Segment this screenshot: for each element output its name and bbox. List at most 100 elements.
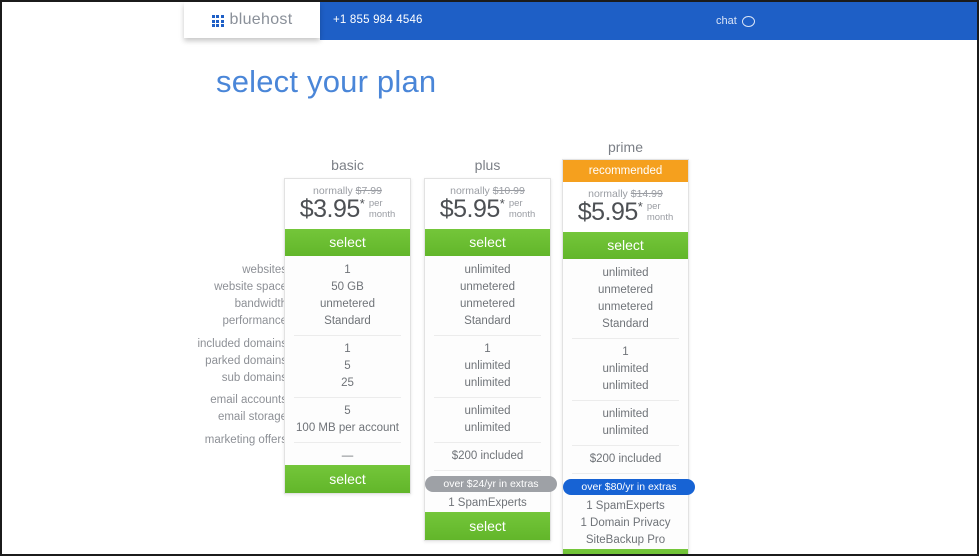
extra-item: SiteBackup Pro <box>585 534 666 546</box>
plan-card-prime: recommended normally $14.99 $5.95 * per month… <box>562 159 695 554</box>
extra-item: 1 Domain Privacy <box>580 517 671 529</box>
feature-group-divider <box>294 335 401 336</box>
feature-value: unlimited <box>602 363 649 375</box>
feature-group-divider <box>434 442 541 443</box>
price-period-month: month <box>646 211 674 223</box>
feature-values: unlimited unmetered unmetered Standard 1 unli… <box>425 256 550 465</box>
extra-item: 1 SpamExperts <box>448 497 527 509</box>
feature-value: unlimited <box>464 405 511 417</box>
feature-label-column: websites website space bandwidth performanc… <box>152 262 287 449</box>
feature-value: 1 <box>344 264 351 276</box>
price-block: normally $14.99 $5.95 * per month <box>563 182 688 232</box>
price-amount: $3.95 <box>299 195 361 223</box>
price-block: normally $7.99 $3.95 * per month <box>285 179 410 229</box>
feature-value: Standard <box>602 318 649 330</box>
feature-value: unlimited <box>602 267 649 279</box>
feature-value: 1 <box>622 346 629 358</box>
price-period: per month <box>646 201 674 223</box>
feature-label: websites <box>242 264 287 276</box>
plan-name-prime: prime <box>607 139 643 155</box>
feature-value: 5 <box>344 405 351 417</box>
select-button-bottom-prime[interactable]: select <box>563 549 688 554</box>
feature-value: 5 <box>344 360 351 372</box>
logo-text: bluehost <box>229 11 293 28</box>
feature-value: unmetered <box>460 281 515 293</box>
feature-value: Standard <box>324 315 371 327</box>
feature-value: unmetered <box>598 284 653 296</box>
select-button-top-plus[interactable]: select <box>425 229 550 256</box>
feature-value: unlimited <box>602 380 649 392</box>
browser-viewport: bluehost +1 855 984 4546 chat select you… <box>0 0 979 556</box>
price-asterisk: * <box>499 196 505 211</box>
feature-group-divider <box>572 338 679 339</box>
feature-group-divider <box>572 400 679 401</box>
price-asterisk: * <box>359 196 365 211</box>
feature-label: parked domains <box>205 354 287 367</box>
feature-group-divider <box>294 442 401 443</box>
feature-group-divider <box>434 470 541 471</box>
price-period: per month <box>368 198 396 220</box>
plan-name-basic: basic <box>331 157 364 173</box>
extras-badge: over $24/yr in extras <box>425 476 557 492</box>
feature-label: bandwidth <box>234 298 287 310</box>
feature-value: unlimited <box>464 422 511 434</box>
plan-card-plus: normally $10.99 $5.95 * per month select unlim… <box>424 178 557 541</box>
price-period-per: per <box>508 198 523 209</box>
feature-value: unmetered <box>598 301 653 313</box>
feature-value: 1 <box>344 343 351 355</box>
feature-group-divider <box>294 397 401 398</box>
select-button-bottom-basic[interactable]: select <box>285 465 410 493</box>
select-button-top-basic[interactable]: select <box>285 229 410 256</box>
feature-value: 50 GB <box>331 281 364 293</box>
feature-value: 25 <box>341 377 354 389</box>
extra-item: 1 SpamExperts <box>586 500 665 512</box>
grid-icon <box>211 15 224 27</box>
plan-name-plus: plus <box>474 157 501 173</box>
feature-value: unlimited <box>464 360 511 372</box>
feature-value: 1 <box>484 343 491 355</box>
feature-value: unlimited <box>464 377 511 389</box>
price-period: per month <box>508 198 536 220</box>
feature-value: 100 MB per account <box>296 422 399 434</box>
price-asterisk: * <box>637 199 643 214</box>
chat-bubble-icon <box>741 15 755 27</box>
feature-value: unlimited <box>464 264 511 276</box>
feature-label: email storage <box>217 411 287 423</box>
feature-label: email accounts <box>210 394 287 406</box>
feature-group-divider <box>572 473 679 474</box>
feature-value: unlimited <box>602 408 649 420</box>
bluehost-logo[interactable]: bluehost <box>184 2 320 38</box>
feature-label: website space <box>214 281 287 293</box>
site-header: bluehost +1 855 984 4546 chat <box>2 2 977 40</box>
chat-link[interactable]: chat <box>716 15 755 27</box>
select-button-top-prime[interactable]: select <box>563 232 688 259</box>
price-period-per: per <box>368 198 383 209</box>
price-amount: $5.95 <box>577 198 639 226</box>
price-period-month: month <box>368 208 396 220</box>
price-amount: $5.95 <box>439 195 501 223</box>
price-period-per: per <box>646 201 661 212</box>
header-phone-number[interactable]: +1 855 984 4546 <box>333 14 423 26</box>
feature-group-divider <box>434 335 541 336</box>
feature-group-divider <box>434 397 541 398</box>
chat-label: chat <box>716 15 737 27</box>
feature-value: unmetered <box>320 298 375 310</box>
feature-value: — <box>341 450 354 462</box>
feature-value: unmetered <box>460 298 515 310</box>
feature-label: sub domains <box>221 371 287 384</box>
price-row: $5.95 * per month <box>425 196 550 223</box>
select-button-bottom-plus[interactable]: select <box>425 512 550 540</box>
price-block: normally $10.99 $5.95 * per month <box>425 179 550 229</box>
feature-group-divider <box>572 445 679 446</box>
extras-badge: over $80/yr in extras <box>563 479 695 495</box>
feature-label: included domains <box>197 337 287 350</box>
feature-value: $200 included <box>589 453 662 465</box>
price-row: $5.95 * per month <box>563 199 688 226</box>
feature-label: performance <box>222 315 287 327</box>
feature-value: $200 included <box>451 450 524 462</box>
feature-value: Standard <box>464 315 511 327</box>
price-row: $3.95 * per month <box>285 196 410 223</box>
price-period-month: month <box>508 208 536 220</box>
feature-label: marketing offers <box>204 433 287 446</box>
feature-values: 1 50 GB unmetered Standard 1 5 25 5 100 MB per a… <box>285 256 410 465</box>
